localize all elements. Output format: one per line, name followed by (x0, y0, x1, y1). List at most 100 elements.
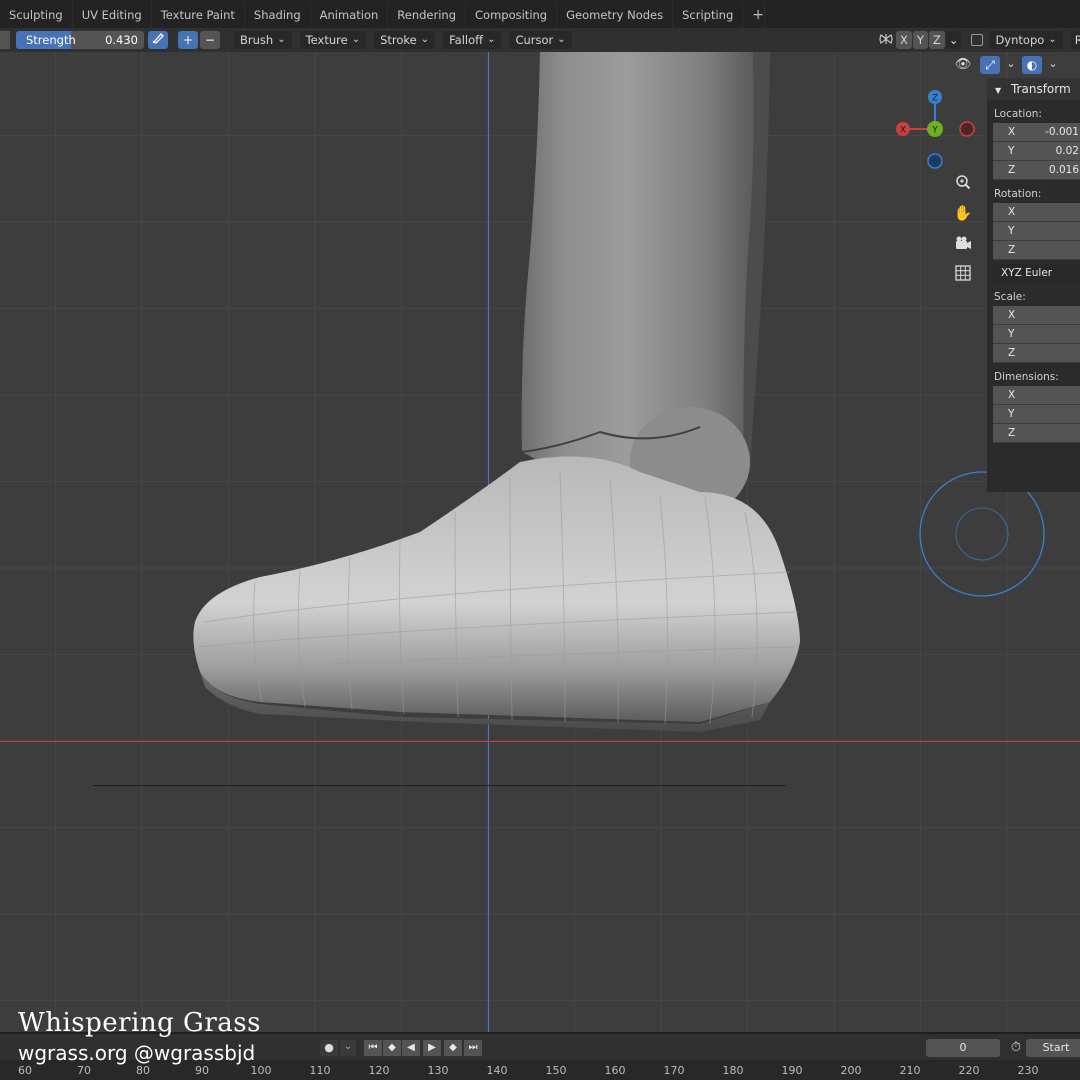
rotation-mode-select[interactable]: XYZ Euler (993, 264, 1080, 283)
camera-view-icon[interactable] (950, 230, 976, 256)
ruler-tick: 100 (250, 1064, 272, 1077)
current-frame-field[interactable]: 0 (926, 1039, 1000, 1057)
ruler-tick: 130 (427, 1064, 449, 1077)
tab-animation[interactable]: Animation (311, 2, 389, 28)
ruler-tick: 60 (18, 1064, 32, 1077)
dimensions-y-field[interactable]: Y (993, 405, 1080, 424)
ruler-tick: 200 (840, 1064, 862, 1077)
dimensions-label: Dimensions: (994, 371, 1059, 383)
brush-edge-icon (0, 31, 10, 49)
start-frame-field[interactable]: Start (1026, 1039, 1080, 1057)
ruler-tick: 150 (545, 1064, 567, 1077)
ruler-tick: 140 (486, 1064, 508, 1077)
dimensions-z-field[interactable]: Z (993, 424, 1080, 443)
ruler-tick: 210 (899, 1064, 921, 1077)
dyntopo-checkbox[interactable] (971, 34, 984, 46)
navigation-gizmo[interactable]: Z X Y (890, 84, 980, 174)
ruler-tick: 220 (958, 1064, 980, 1077)
brush-menu[interactable]: Brush (234, 31, 292, 49)
strength-label: Strength (26, 33, 76, 47)
mirror-y-toggle[interactable]: Y (912, 31, 928, 49)
symmetry-options-chevron-icon[interactable]: ⌄ (945, 31, 962, 49)
gizmo-z-label: Z (932, 94, 938, 104)
watermark-title: Whispering Grass (18, 1008, 261, 1038)
record-icon[interactable]: ● (320, 1040, 338, 1056)
ruler-tick: 70 (77, 1064, 91, 1077)
panel-collapse-triangle-icon: ▼ (995, 86, 1002, 95)
scale-z-field[interactable]: Z (993, 344, 1080, 363)
tab-sculpting[interactable]: Sculpting (0, 2, 73, 28)
symmetry-controls: X Y Z ⌄ Dyntopo R (878, 31, 1080, 49)
transform-title: Transform (1010, 82, 1071, 96)
stroke-menu[interactable]: Stroke (374, 31, 436, 49)
tab-rendering[interactable]: Rendering (388, 2, 467, 28)
ruler-tick: 180 (722, 1064, 744, 1077)
jump-start-icon[interactable]: ⏮ (364, 1040, 382, 1056)
dyntopo-menu[interactable]: Dyntopo (989, 31, 1063, 49)
tab-scripting[interactable]: Scripting (673, 2, 744, 28)
scale-x-field[interactable]: X (993, 306, 1080, 325)
stopwatch-icon[interactable]: ⏱ (1007, 1039, 1025, 1057)
jump-end-icon[interactable]: ⏭ (464, 1040, 482, 1056)
ruler-tick: 160 (604, 1064, 626, 1077)
next-keyframe-icon[interactable]: ◆ (444, 1040, 462, 1056)
cursor-menu[interactable]: Cursor (509, 31, 572, 49)
ruler-tick: 230 (1017, 1064, 1039, 1077)
visibility-eye-icon[interactable]: 👁 (950, 56, 976, 74)
ruler-tick: 120 (368, 1064, 390, 1077)
tab-texture-paint[interactable]: Texture Paint (152, 2, 245, 28)
tab-geometry-nodes[interactable]: Geometry Nodes (557, 2, 674, 28)
strength-slider[interactable]: Strength 0.430 (16, 31, 144, 49)
zoom-icon[interactable] (950, 170, 976, 196)
gizmo-toggle-icon[interactable]: ⤢ (980, 56, 1000, 74)
viewport-header-icons: 👁 ⤢ ⌄ ◐ ⌄ (950, 56, 1060, 74)
location-y-field[interactable]: Y 0.02 (993, 142, 1080, 161)
gizmo-options-chevron-icon[interactable]: ⌄ (1004, 56, 1018, 74)
mirror-z-toggle[interactable]: Z (928, 31, 945, 49)
ruler-tick: 110 (309, 1064, 331, 1077)
overlays-icon[interactable]: ◐ (1022, 56, 1042, 74)
ruler-tick: 170 (663, 1064, 685, 1077)
tab-uv-editing[interactable]: UV Editing (73, 2, 152, 28)
pan-hand-icon[interactable]: ✋ (950, 200, 976, 226)
prev-keyframe-icon[interactable]: ◆ (383, 1040, 401, 1056)
tab-compositing[interactable]: Compositing (466, 2, 558, 28)
scale-label: Scale: (994, 291, 1026, 303)
3d-viewport[interactable]: 👁 ⤢ ⌄ ◐ ⌄ Z X Y ✋ ▼ Transform Location: … (0, 52, 1080, 1032)
rotation-z-field[interactable]: Z (993, 241, 1080, 260)
remesh-menu[interactable]: R (1070, 31, 1080, 49)
falloff-menu[interactable]: Falloff (443, 31, 502, 49)
scale-y-field[interactable]: Y (993, 325, 1080, 344)
location-label: Location: (994, 108, 1042, 120)
workspace-tabs: Sculpting UV Editing Texture Paint Shadi… (0, 0, 1080, 28)
add-mode-button[interactable]: + (178, 31, 198, 49)
rotation-label: Rotation: (994, 188, 1042, 200)
ortho-grid-icon[interactable] (950, 260, 976, 286)
rotation-y-field[interactable]: Y (993, 222, 1080, 241)
texture-menu[interactable]: Texture (299, 31, 367, 49)
keying-chevron-icon[interactable]: ⌄ (340, 1040, 356, 1056)
ruler-tick: 190 (781, 1064, 803, 1077)
gizmo-y-label: Y (931, 126, 938, 136)
rotation-x-field[interactable]: X (993, 203, 1080, 222)
pressure-pen-icon[interactable] (148, 31, 168, 49)
strength-value: 0.430 (105, 33, 138, 47)
ruler-tick: 80 (136, 1064, 150, 1077)
ground-shadow-line (93, 785, 786, 786)
transform-panel-header[interactable]: ▼ Transform (987, 78, 1080, 100)
location-x-field[interactable]: X -0.001 (993, 123, 1080, 142)
symmetry-butterfly-icon[interactable] (878, 31, 896, 49)
gizmo-x-label: X (900, 126, 906, 136)
dimensions-x-field[interactable]: X (993, 386, 1080, 405)
watermark-url: wgrass.org @wgrassbjd (18, 1041, 256, 1065)
add-workspace-button[interactable]: + (743, 2, 766, 28)
location-z-field[interactable]: Z 0.016 (993, 161, 1080, 180)
transform-sidebar: ▼ Transform Location: X -0.001 Y 0.02 Z 0.0… (987, 78, 1080, 492)
play-icon[interactable]: ▶ (423, 1040, 441, 1056)
ruler-tick: 90 (195, 1064, 209, 1077)
subtract-mode-button[interactable]: − (200, 31, 220, 49)
tab-shading[interactable]: Shading (245, 2, 311, 28)
overlays-options-chevron-icon[interactable]: ⌄ (1046, 56, 1060, 74)
play-reverse-icon[interactable]: ◀ (402, 1040, 420, 1056)
mirror-x-toggle[interactable]: X (896, 31, 912, 49)
